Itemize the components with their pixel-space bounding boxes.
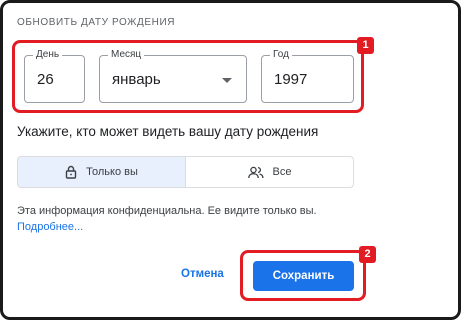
- privacy-info-text: Эта информация конфиденциальна. Ее видит…: [17, 205, 317, 217]
- annotation-box-1: [12, 40, 364, 113]
- annotation-badge-2: 2: [359, 246, 376, 263]
- section-title: ОБНОВИТЬ ДАТУ РОЖДЕНИЯ: [17, 17, 176, 28]
- visibility-option-everyone[interactable]: Все: [185, 156, 354, 188]
- learn-more-link[interactable]: Подробнее...: [17, 221, 83, 233]
- visibility-option-everyone-label: Все: [272, 166, 292, 178]
- lock-icon: [65, 165, 77, 179]
- annotation-badge-1: 1: [357, 37, 374, 54]
- visibility-prompt: Укажите, кто может видеть вашу дату рожд…: [17, 124, 319, 139]
- people-icon: [247, 166, 264, 178]
- cancel-button[interactable]: Отмена: [181, 268, 224, 280]
- visibility-option-only-you[interactable]: Только вы: [17, 156, 186, 188]
- visibility-option-only-you-label: Только вы: [86, 166, 138, 178]
- annotation-box-2: [240, 250, 366, 301]
